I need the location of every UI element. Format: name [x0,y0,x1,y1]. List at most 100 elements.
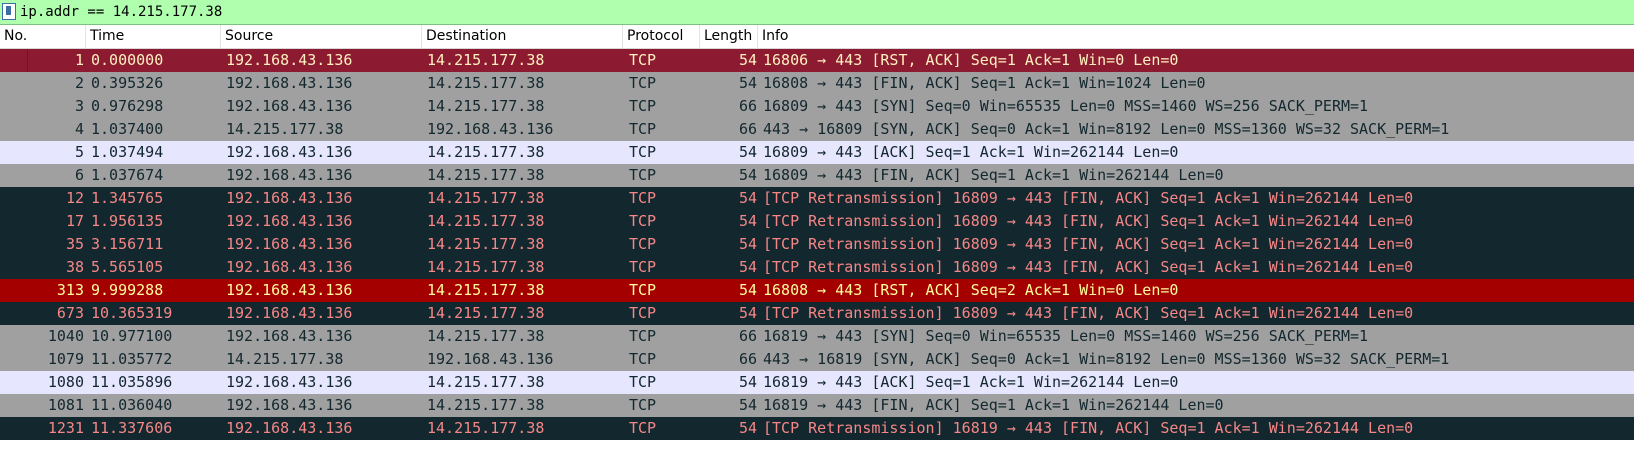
packet-number: 1079 [47,350,84,368]
packet-source: 192.168.43.136 [226,212,353,230]
column-header-length[interactable]: Length [700,25,758,48]
packet-row[interactable]: 17 1.956135 192.168.43.136 14.215.177.38 TCP… [0,210,1634,233]
packet-protocol: TCP [629,350,657,368]
packet-row[interactable]: 12 1.345765 192.168.43.136 14.215.177.38 TCP… [0,187,1634,210]
packet-row[interactable]: 35 3.156711 192.168.43.136 14.215.177.38 TCP… [0,233,1634,256]
packet-row[interactable]: 1231 11.337606 192.168.43.136 14.215.177.38… [0,417,1634,440]
packet-time: 3.156711 [91,235,164,253]
packet-source: 192.168.43.136 [226,97,353,115]
packet-protocol: TCP [629,327,657,345]
packet-length: 66 [738,327,757,345]
packet-time: 0.395326 [91,74,164,92]
packet-source: 192.168.43.136 [226,189,353,207]
packet-destination: 14.215.177.38 [427,373,545,391]
packet-destination: 192.168.43.136 [427,120,554,138]
packet-number: 38 [65,258,84,276]
packet-number: 1040 [47,327,84,345]
packet-destination: 14.215.177.38 [427,51,545,69]
packet-source: 192.168.43.136 [226,327,353,345]
packet-info: [TCP Retransmission] 16809 → 443 [FIN, A… [763,258,1414,276]
packet-protocol: TCP [629,281,657,299]
packet-length: 54 [738,258,757,276]
packet-protocol: TCP [629,120,657,138]
packet-protocol: TCP [629,166,657,184]
packet-source: 192.168.43.136 [226,396,353,414]
packet-info: 443 → 16819 [SYN, ACK] Seq=0 Ack=1 Win=8… [763,350,1450,368]
packet-source: 192.168.43.136 [226,373,353,391]
column-header-no[interactable]: No. [0,25,86,48]
column-header-source[interactable]: Source [221,25,422,48]
packet-row[interactable]: 1081 11.036040 192.168.43.136 14.215.177.38… [0,394,1634,417]
column-header-protocol[interactable]: Protocol [623,25,700,48]
packet-length: 54 [738,396,757,414]
packet-row[interactable]: 3 0.976298 192.168.43.136 14.215.177.38 TCP 6… [0,95,1634,118]
packet-info: 16808 → 443 [RST, ACK] Seq=2 Ack=1 Win=0… [763,281,1179,299]
packet-info: 16806 → 443 [RST, ACK] Seq=1 Ack=1 Win=0… [763,51,1179,69]
packet-destination: 14.215.177.38 [427,419,545,437]
packet-protocol: TCP [629,97,657,115]
packet-protocol: TCP [629,396,657,414]
packet-time: 10.365319 [91,304,173,322]
packet-info: 16809 → 443 [FIN, ACK] Seq=1 Ack=1 Win=2… [763,166,1224,184]
packet-row[interactable]: 1 0.000000 192.168.43.136 14.215.177.38 TCP 5… [0,49,1634,72]
packet-number: 2 [74,74,84,92]
packet-source: 192.168.43.136 [226,235,353,253]
packet-time: 1.956135 [91,212,164,230]
packet-number: 313 [56,281,84,299]
packet-row[interactable]: 4 1.037400 14.215.177.38 192.168.43.136 TCP 6… [0,118,1634,141]
packet-info: 16809 → 443 [SYN] Seq=0 Win=65535 Len=0 … [763,97,1369,115]
packet-row[interactable]: 6 1.037674 192.168.43.136 14.215.177.38 TCP 5… [0,164,1634,187]
packet-protocol: TCP [629,258,657,276]
packet-number: 35 [65,235,84,253]
packet-length: 54 [738,373,757,391]
packet-row[interactable]: 313 9.999288 192.168.43.136 14.215.177.38 TC… [0,279,1634,302]
packet-destination: 14.215.177.38 [427,258,545,276]
packet-time: 11.035772 [91,350,173,368]
packet-source: 192.168.43.136 [226,166,353,184]
packet-info: 16819 → 443 [ACK] Seq=1 Ack=1 Win=262144… [763,373,1179,391]
packet-time: 1.037674 [91,166,164,184]
packet-number: 1081 [47,396,84,414]
packet-row[interactable]: 1040 10.977100 192.168.43.136 14.215.177.38… [0,325,1634,348]
packet-protocol: TCP [629,143,657,161]
packet-time: 5.565105 [91,258,164,276]
packet-length: 54 [738,281,757,299]
packet-number: 3 [74,97,84,115]
packet-length: 54 [738,212,757,230]
packet-number: 12 [65,189,84,207]
packet-number: 17 [65,212,84,230]
packet-row[interactable]: 1079 11.035772 14.215.177.38 192.168.43.136… [0,348,1634,371]
packet-row[interactable]: 5 1.037494 192.168.43.136 14.215.177.38 TCP 5… [0,141,1634,164]
packet-row[interactable]: 38 5.565105 192.168.43.136 14.215.177.38 TCP… [0,256,1634,279]
packet-number: 5 [74,143,84,161]
packet-protocol: TCP [629,304,657,322]
packet-info: [TCP Retransmission] 16809 → 443 [FIN, A… [763,235,1414,253]
packet-protocol: TCP [629,235,657,253]
packet-length: 66 [738,97,757,115]
packet-number: 673 [56,304,84,322]
bookmark-icon[interactable] [2,3,16,20]
packet-length: 54 [738,166,757,184]
packet-source: 192.168.43.136 [226,143,353,161]
packet-length: 66 [738,120,757,138]
packet-protocol: TCP [629,212,657,230]
display-filter-input[interactable] [20,0,1620,24]
packet-list-header: No. Time Source Destination Protocol Len… [0,25,1634,49]
column-header-destination[interactable]: Destination [422,25,623,48]
packet-number: 1 [74,51,84,69]
packet-row[interactable]: 1080 11.035896 192.168.43.136 14.215.177.38… [0,371,1634,394]
packet-length: 54 [738,143,757,161]
packet-source: 192.168.43.136 [226,51,353,69]
packet-length: 54 [738,235,757,253]
display-filter-bar [0,0,1634,25]
packet-row[interactable]: 673 10.365319 192.168.43.136 14.215.177.38 T… [0,302,1634,325]
packet-destination: 14.215.177.38 [427,235,545,253]
column-header-info[interactable]: Info [758,25,1634,48]
packet-row[interactable]: 2 0.395326 192.168.43.136 14.215.177.38 TCP 5… [0,72,1634,95]
packet-number: 4 [74,120,84,138]
packet-time: 11.035896 [91,373,173,391]
packet-protocol: TCP [629,74,657,92]
column-header-time[interactable]: Time [86,25,221,48]
packet-time: 0.976298 [91,97,164,115]
packet-length: 54 [738,74,757,92]
